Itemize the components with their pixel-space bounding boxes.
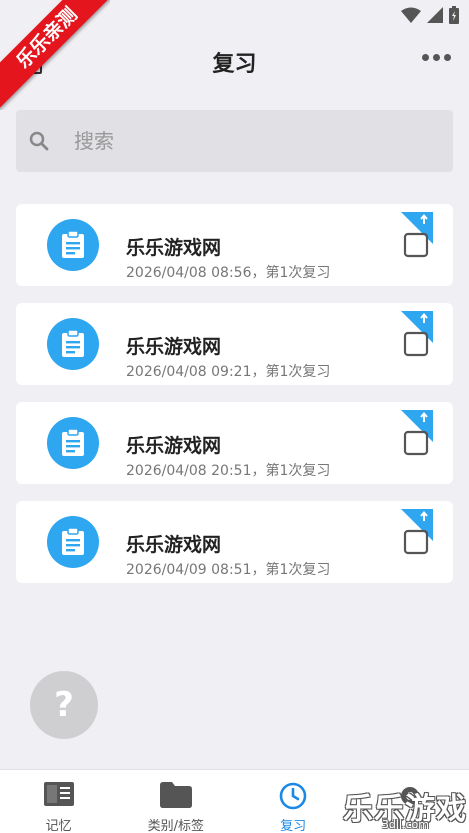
- item-title: 乐乐游戏网: [126, 435, 222, 457]
- review-checkbox-icon[interactable]: [399, 311, 433, 359]
- list-item[interactable]: 乐乐游戏网 2026/04/08 08:56，第1次复习: [16, 204, 453, 286]
- nav-label: 类别/标签: [147, 819, 205, 833]
- review-checkbox-icon[interactable]: [399, 509, 433, 557]
- clipboard-icon: [47, 219, 99, 271]
- help-button[interactable]: ?: [30, 671, 98, 739]
- more-dot-icon: [422, 54, 429, 61]
- nav-label: 记忆: [45, 819, 72, 833]
- more-dot-icon: [444, 54, 451, 61]
- clipboard-icon: [47, 417, 99, 469]
- clipboard-icon: [47, 318, 99, 370]
- nav-label: 复习: [280, 819, 307, 833]
- more-dot-icon: [433, 54, 440, 61]
- wifi-icon: [401, 7, 421, 23]
- signal-icon: [427, 7, 443, 23]
- search-input[interactable]: [74, 129, 414, 153]
- more-options-button[interactable]: [422, 54, 451, 61]
- watermark-url: 3dll.com: [381, 818, 429, 831]
- promo-ribbon: 乐乐亲测: [0, 0, 110, 110]
- item-subtitle: 2026/04/08 20:51，第1次复习: [126, 463, 331, 479]
- item-subtitle: 2026/04/08 08:56，第1次复习: [126, 265, 331, 281]
- nav-item-memory[interactable]: 记忆: [0, 770, 117, 833]
- battery-icon: [449, 6, 459, 24]
- list-item[interactable]: 乐乐游戏网 2026/04/08 20:51，第1次复习: [16, 402, 453, 484]
- list-item[interactable]: 乐乐游戏网 2026/04/09 08:51，第1次复习: [16, 501, 453, 583]
- clipboard-icon: [47, 516, 99, 568]
- nav-item-category-tags[interactable]: 类别/标签: [117, 770, 234, 833]
- item-title: 乐乐游戏网: [126, 534, 222, 556]
- review-checkbox-icon[interactable]: [399, 410, 433, 458]
- item-title: 乐乐游戏网: [126, 336, 222, 358]
- item-title: 乐乐游戏网: [126, 237, 222, 259]
- nav-item-review[interactable]: 复习: [235, 770, 352, 833]
- notebook-icon: [43, 782, 74, 806]
- clock-icon: [279, 782, 307, 810]
- review-list: 乐乐游戏网 2026/04/08 08:56，第1次复习 乐乐游戏网 2026/…: [16, 204, 453, 600]
- item-subtitle: 2026/04/08 09:21，第1次复习: [126, 364, 331, 380]
- search-icon: [29, 131, 49, 151]
- ribbon-text: 乐乐亲测: [0, 0, 110, 110]
- review-checkbox-icon[interactable]: [399, 212, 433, 260]
- folder-icon: [159, 782, 192, 808]
- list-item[interactable]: 乐乐游戏网 2026/04/08 09:21，第1次复习: [16, 303, 453, 385]
- search-bar[interactable]: [16, 110, 453, 172]
- item-subtitle: 2026/04/09 08:51，第1次复习: [126, 562, 331, 578]
